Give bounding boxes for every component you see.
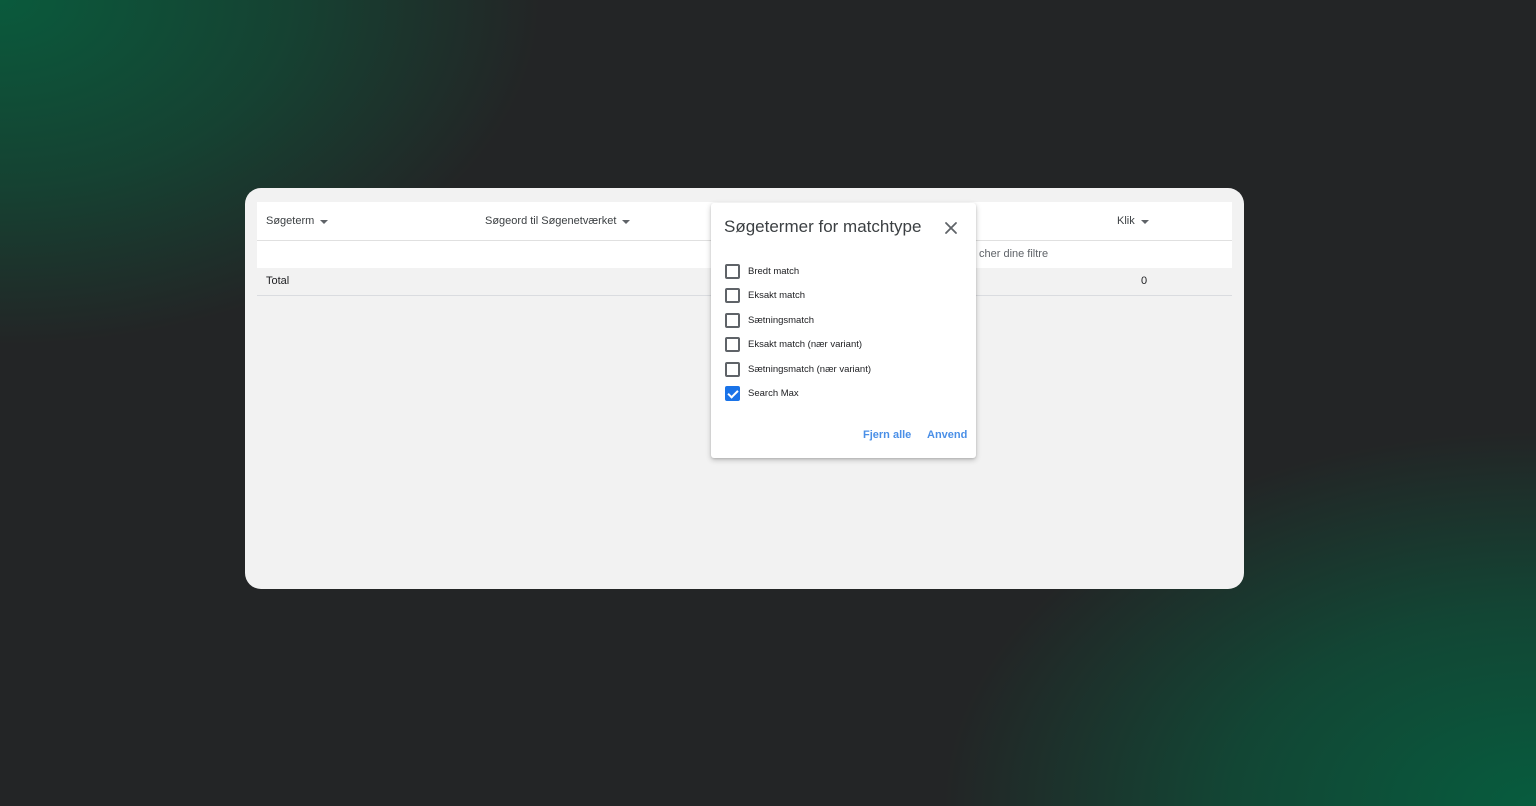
checkbox[interactable]: [725, 337, 740, 353]
sort-caret-icon: [622, 219, 631, 224]
option-search-max[interactable]: Search Max: [725, 382, 871, 407]
column-header-label: Klik: [1117, 215, 1135, 227]
checkbox[interactable]: [725, 386, 740, 402]
total-clicks-value: 0: [1141, 275, 1148, 287]
checkbox[interactable]: [725, 361, 740, 377]
option-phrase-match[interactable]: Sætningsmatch: [725, 308, 871, 333]
option-label: Bredt match: [748, 265, 800, 277]
option-label: Eksakt match (nær variant): [748, 339, 863, 351]
remove-all-button[interactable]: Fjern alle: [863, 429, 911, 441]
column-header-clicks[interactable]: Klik: [1117, 202, 1149, 240]
checkbox[interactable]: [725, 288, 740, 304]
apply-button[interactable]: Anvend: [927, 429, 967, 441]
option-label: Search Max: [748, 388, 799, 400]
match-type-filter-popup: Søgetermer for matchtype Bredt match Eks…: [711, 203, 976, 458]
option-label: Sætningsmatch: [748, 314, 815, 326]
option-exact-match-close-variant[interactable]: Eksakt match (nær variant): [725, 333, 871, 358]
checkbox[interactable]: [725, 312, 740, 328]
column-header-keyword[interactable]: Søgeord til Søgenetværket: [485, 202, 631, 240]
empty-state-message: cher dine filtre: [979, 248, 1049, 260]
option-label: Eksakt match: [748, 290, 806, 302]
sort-caret-icon: [320, 219, 329, 224]
match-type-options: Bredt match Eksakt match Sætningsmatch E…: [725, 259, 871, 406]
column-header-label: Søgeterm: [266, 215, 315, 227]
popup-title: Søgetermer for matchtype: [724, 217, 922, 236]
option-phrase-match-close-variant[interactable]: Sætningsmatch (nær variant): [725, 357, 871, 382]
option-label: Sætningsmatch (nær variant): [748, 363, 872, 375]
option-broad-match[interactable]: Bredt match: [725, 259, 871, 284]
option-exact-match[interactable]: Eksakt match: [725, 284, 871, 309]
column-header-label: Søgeord til Søgenetværket: [485, 215, 617, 227]
close-icon[interactable]: [941, 218, 961, 238]
column-header-search-term[interactable]: Søgeterm: [266, 202, 329, 240]
checkbox[interactable]: [725, 263, 740, 279]
total-label: Total: [266, 275, 290, 287]
sort-caret-icon: [1140, 219, 1149, 224]
